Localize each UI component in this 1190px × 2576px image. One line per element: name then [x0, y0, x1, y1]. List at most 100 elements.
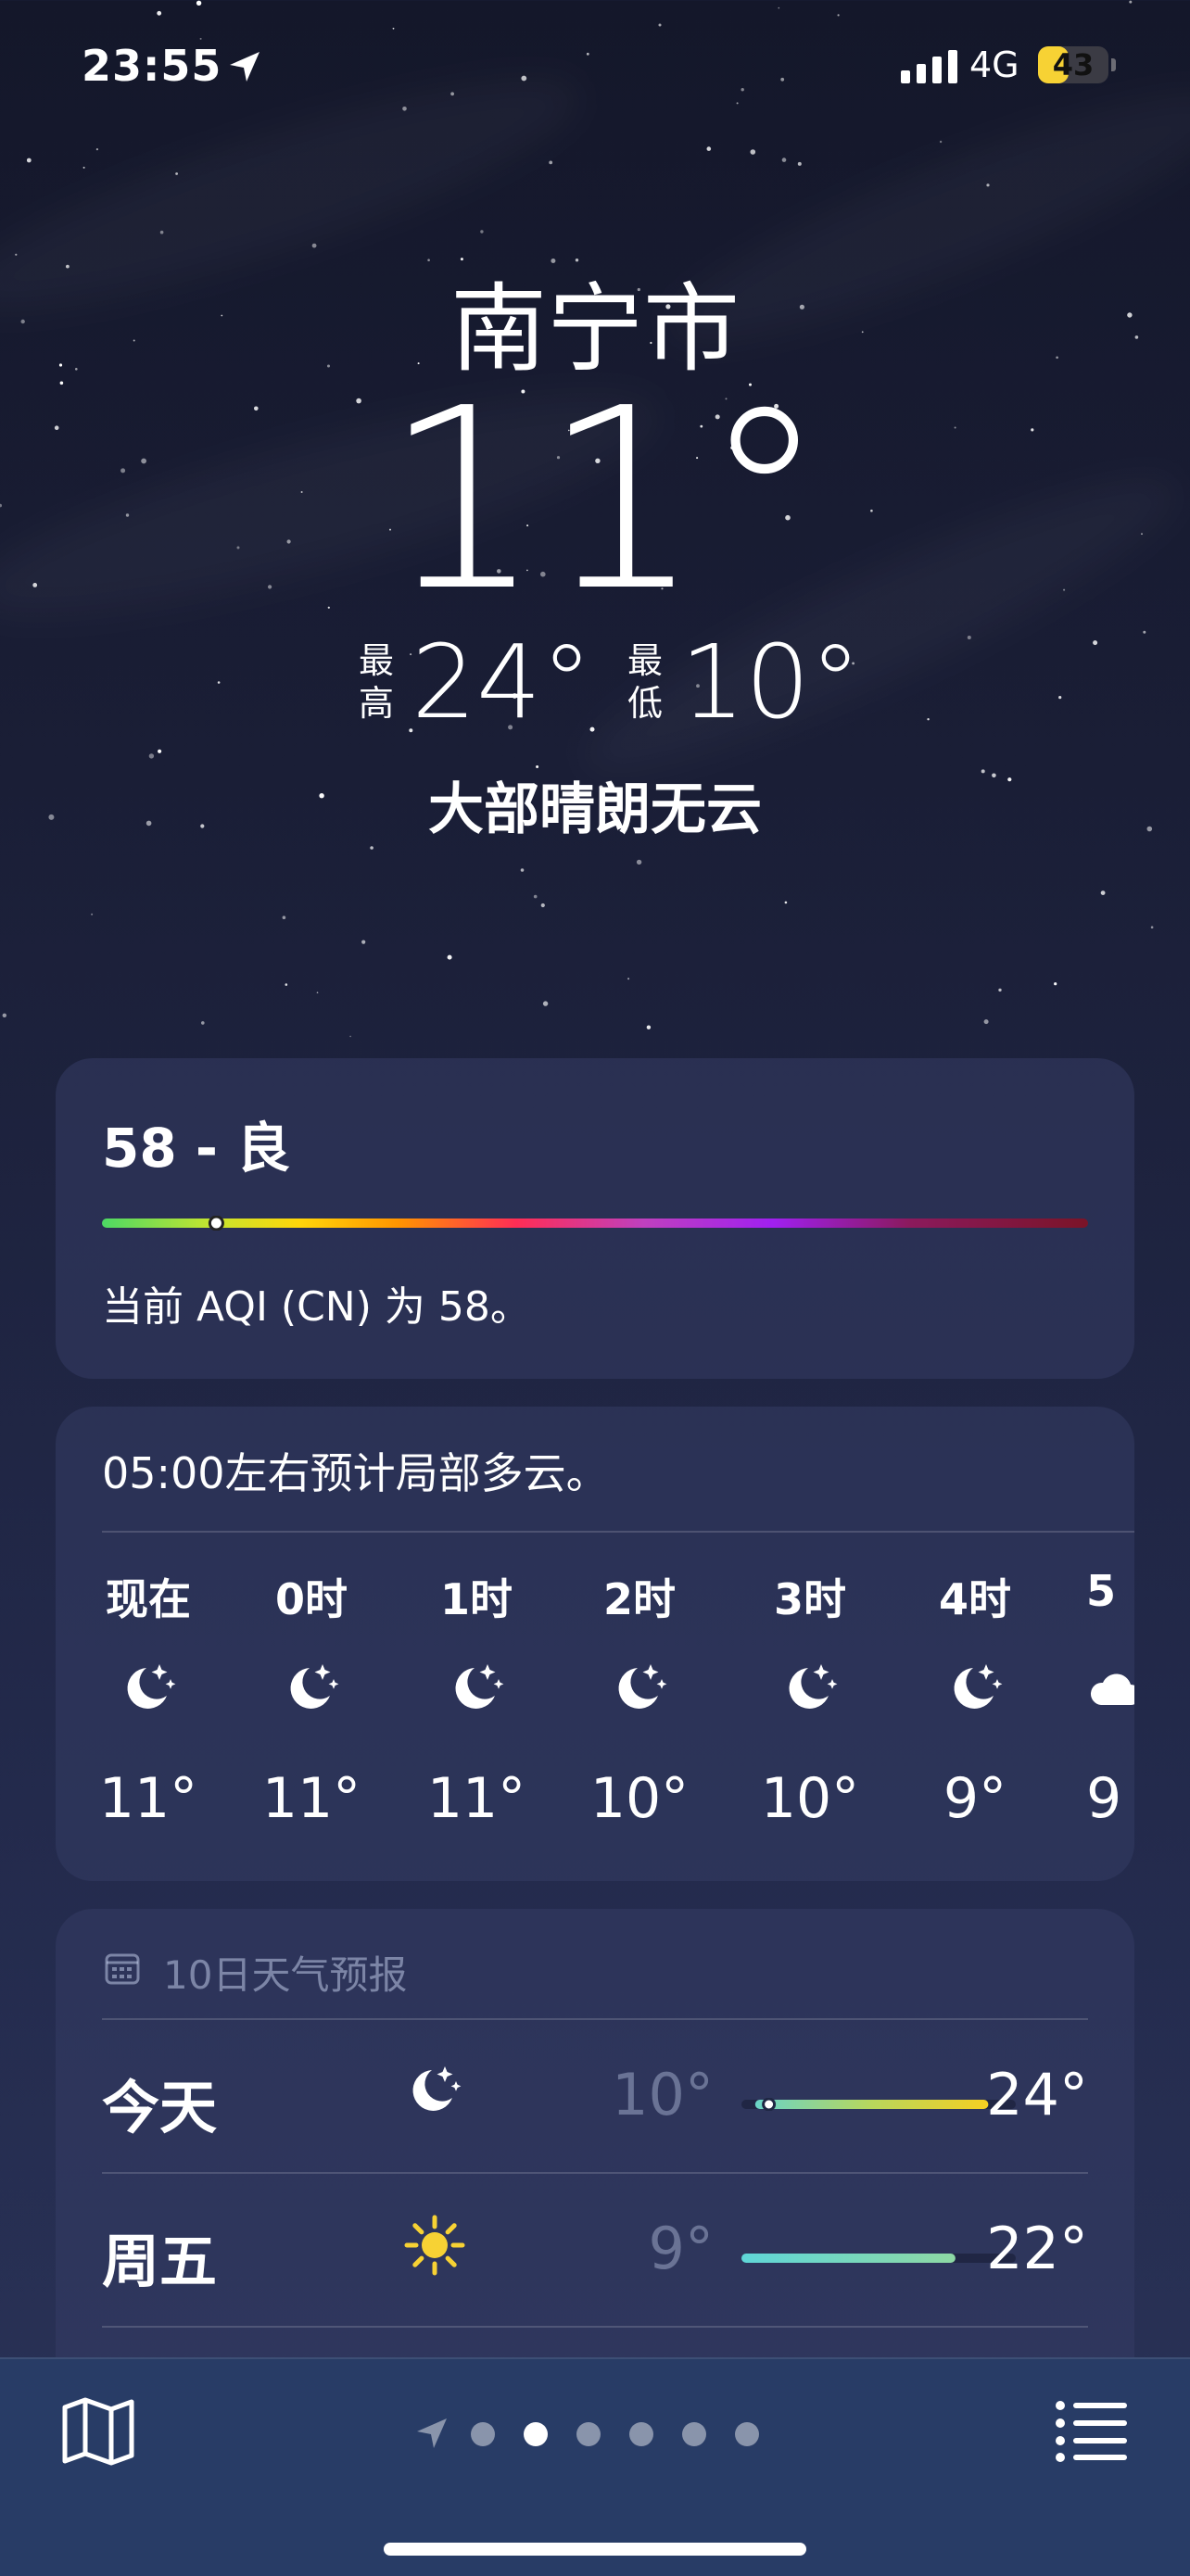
- star: [986, 183, 990, 187]
- hour-label: 2时: [602, 1574, 676, 1624]
- home-indicator[interactable]: [384, 2543, 806, 2556]
- star: [750, 149, 756, 155]
- moon-stars-icon: [780, 1659, 842, 1724]
- page-indicator[interactable]: [413, 2407, 784, 2463]
- aqi-description: 当前 AQI (CN) 为 58。: [102, 1283, 531, 1331]
- hour-temperature: 11°: [426, 1766, 526, 1831]
- hour-label: 现在: [106, 1574, 191, 1624]
- hourly-forecast-card[interactable]: 05:00左右预计局部多云。 现在 11° 0时 11° 1时 11° 2时 10° 3时 10°…: [56, 1407, 1134, 1881]
- location-arrow-icon: [230, 52, 260, 82]
- page-dot[interactable]: [524, 2422, 548, 2446]
- hour-column: 3时 10°: [745, 1407, 875, 1881]
- clock: 23:55: [82, 41, 222, 91]
- high-label-bottom: 高: [358, 683, 394, 724]
- star: [1100, 890, 1106, 895]
- high-label-top: 最: [358, 640, 394, 681]
- star: [1054, 982, 1057, 986]
- star: [983, 1019, 989, 1025]
- day-low-temperature: 10°: [612, 2061, 714, 2128]
- high-low-temperature: 最 高 24° 最 低 10°: [352, 626, 861, 738]
- star: [627, 978, 630, 980]
- page-dot[interactable]: [682, 2422, 706, 2446]
- star: [201, 1021, 205, 1025]
- hour-temperature: 11°: [98, 1766, 198, 1831]
- star: [175, 172, 179, 175]
- moon-stars-icon: [119, 1659, 180, 1724]
- star: [778, 6, 780, 9]
- star: [311, 243, 317, 248]
- hourly-scroller[interactable]: 现在 11° 0时 11° 1时 11° 2时 10° 3时 10° 4时 9° 5 9: [56, 1407, 1134, 1881]
- star: [646, 1025, 652, 1029]
- star: [82, 166, 85, 169]
- star: [542, 1001, 549, 1006]
- star: [159, 230, 164, 234]
- moon-stars-icon: [404, 2061, 465, 2126]
- battery-icon: 43: [1038, 46, 1108, 83]
- star: [196, 0, 202, 6]
- star: [157, 10, 162, 16]
- day-name: 周五: [102, 2228, 218, 2295]
- aqi-gradient-bar: [102, 1216, 1088, 1231]
- star: [1143, 630, 1146, 634]
- star: [520, 868, 525, 872]
- star: [998, 988, 1002, 992]
- hour-column: 59: [1084, 1407, 1134, 1881]
- star: [26, 158, 32, 163]
- star: [282, 915, 286, 919]
- hour-label: 1时: [439, 1574, 513, 1624]
- page-dot[interactable]: [629, 2422, 653, 2446]
- page-dot[interactable]: [471, 2422, 495, 2446]
- day-high-temperature: 22°: [986, 2215, 1088, 2282]
- day-row[interactable]: 周五 9° 22°: [102, 2174, 1088, 2328]
- star: [1129, 0, 1133, 4]
- hour-column: 0时 11°: [247, 1407, 376, 1881]
- day-high-temperature: 24°: [986, 2061, 1088, 2128]
- battery-percent: 43: [1052, 47, 1095, 82]
- list-icon[interactable]: [1055, 2398, 1129, 2463]
- hour-label: 0时: [274, 1574, 348, 1624]
- star: [837, 14, 840, 17]
- star: [402, 107, 407, 111]
- star: [2, 1013, 6, 1018]
- star: [158, 749, 162, 753]
- star: [1058, 696, 1062, 700]
- weather-condition: 大部晴朗无云: [428, 777, 762, 842]
- star: [549, 160, 553, 165]
- star: [480, 230, 484, 234]
- low-temperature: 10°: [680, 623, 861, 741]
- low-label-bottom: 低: [627, 683, 663, 724]
- current-location-page-icon[interactable]: [413, 2415, 450, 2452]
- sun-icon: [404, 2215, 465, 2279]
- hour-column: 现在 11°: [83, 1407, 213, 1881]
- star: [148, 753, 155, 759]
- page-dot[interactable]: [576, 2422, 601, 2446]
- star: [540, 903, 545, 908]
- hour-label: 5: [1086, 1566, 1117, 1616]
- star: [1093, 640, 1098, 646]
- star: [91, 913, 94, 915]
- star: [95, 148, 98, 151]
- hour-column: 4时 9°: [910, 1407, 1040, 1881]
- current-temperature: 11°: [383, 354, 828, 646]
- hour-temperature: 10°: [760, 1766, 860, 1831]
- moon-stars-icon: [282, 1659, 343, 1724]
- star: [447, 954, 452, 960]
- star: [797, 161, 802, 166]
- hour-column: 2时 10°: [575, 1407, 704, 1881]
- map-icon[interactable]: [61, 2396, 135, 2467]
- hour-label: 3时: [773, 1574, 846, 1624]
- star: [349, 1035, 351, 1038]
- air-quality-card[interactable]: 58 - 良 当前 AQI (CN) 为 58。: [56, 1058, 1134, 1379]
- battery-tip: [1111, 58, 1116, 71]
- day-row[interactable]: 今天 10° 24°: [102, 2020, 1088, 2174]
- hour-column: 1时 11°: [411, 1407, 541, 1881]
- star: [361, 940, 366, 944]
- day-name: 今天: [102, 2074, 218, 2141]
- page-dot[interactable]: [735, 2422, 759, 2446]
- star: [370, 846, 373, 850]
- moon-stars-icon: [945, 1659, 1006, 1724]
- hour-label: 4时: [938, 1574, 1011, 1624]
- star: [1150, 926, 1154, 928]
- aqi-marker: [208, 1216, 224, 1231]
- hour-temperature: 9°: [943, 1766, 1007, 1831]
